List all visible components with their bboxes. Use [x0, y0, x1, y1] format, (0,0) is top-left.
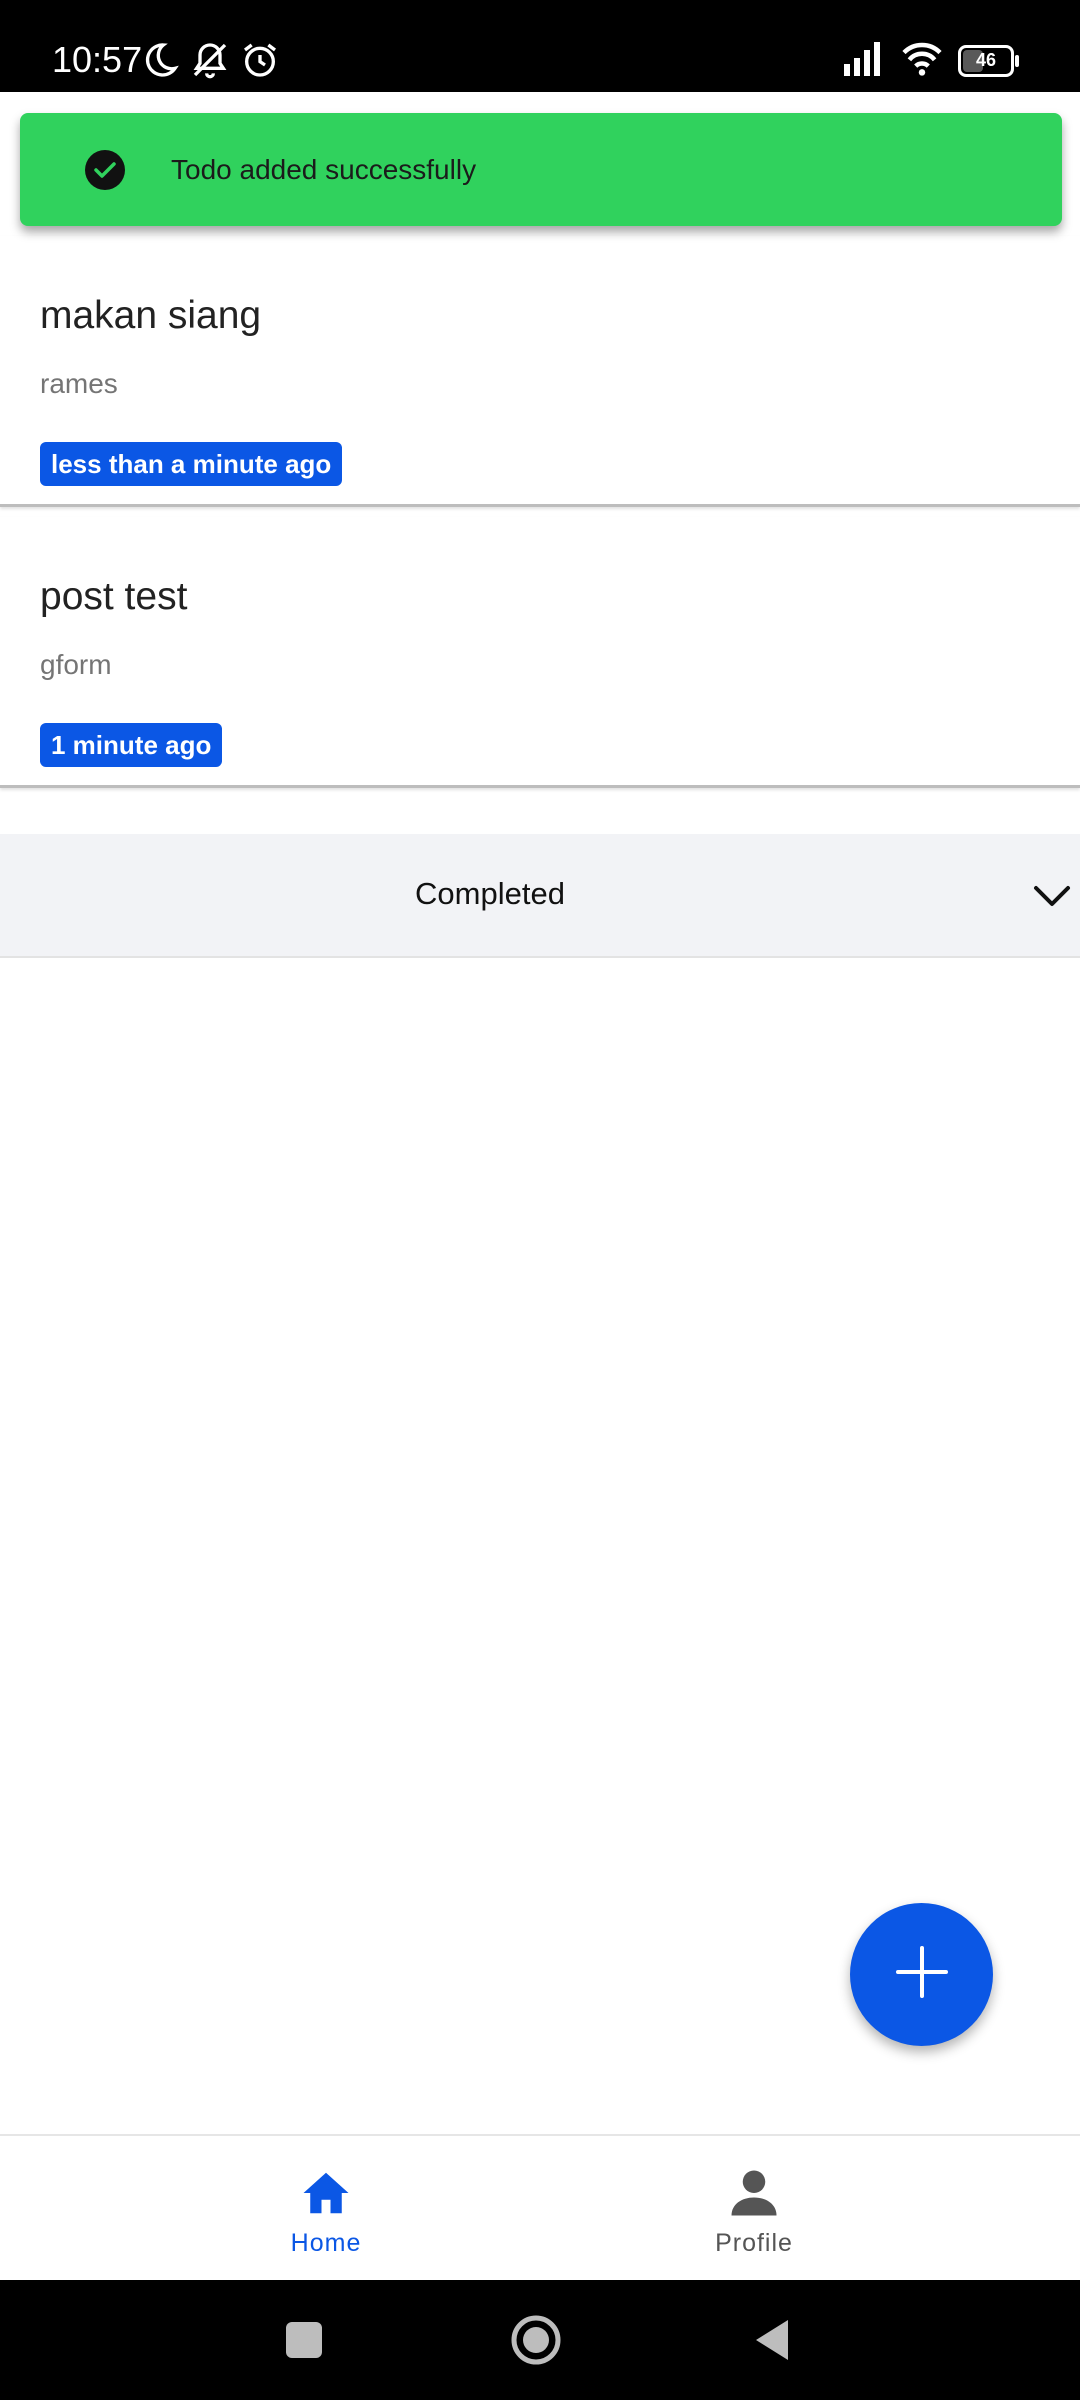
completed-section-header[interactable]: Completed — [0, 834, 1080, 958]
status-icons-right: 46 — [842, 40, 1019, 81]
system-navigation-bar — [0, 2280, 1080, 2400]
success-toast: Todo added successfully — [20, 113, 1062, 226]
chevron-down-icon — [1030, 874, 1074, 918]
nav-label-home: Home — [290, 2229, 362, 2257]
nav-item-profile[interactable]: Profile — [654, 2166, 854, 2258]
todo-time-badge: less than a minute ago — [40, 442, 343, 486]
nav-item-home[interactable]: Home — [226, 2166, 426, 2258]
toast-message: Todo added successfully — [171, 154, 477, 185]
todo-description: gform — [40, 649, 112, 680]
back-icon[interactable] — [742, 2310, 802, 2370]
nav-label-profile: Profile — [715, 2229, 793, 2257]
alarm-icon — [240, 40, 280, 85]
bell-off-icon — [190, 40, 230, 85]
todo-list: makan siang rames less than a minute ago… — [0, 236, 1080, 798]
app-screen: 10:57 46 Todo added successfully makan s… — [0, 0, 1080, 2400]
todo-title: post test — [40, 575, 188, 618]
check-circle-icon — [84, 149, 126, 191]
status-icons-left — [140, 40, 280, 85]
signal-icon — [842, 40, 886, 81]
plus-icon — [892, 1942, 952, 2007]
home-circle-icon[interactable] — [506, 2310, 566, 2370]
todo-title: makan siang — [40, 294, 262, 337]
person-icon — [654, 2166, 854, 2220]
bottom-navigation: Home Profile — [0, 2134, 1080, 2282]
status-time: 10:57 — [52, 39, 143, 80]
todo-card[interactable]: makan siang rames less than a minute ago — [0, 236, 1080, 507]
add-todo-button[interactable] — [850, 1903, 993, 2046]
battery-icon: 46 — [958, 44, 1019, 77]
todo-card[interactable]: post test gform 1 minute ago — [0, 517, 1080, 788]
todo-description: rames — [40, 368, 118, 399]
moon-icon — [140, 40, 180, 85]
completed-label: Completed — [415, 876, 565, 911]
battery-level: 46 — [975, 50, 997, 70]
home-icon — [226, 2166, 426, 2220]
recent-apps-icon[interactable] — [274, 2310, 334, 2370]
status-bar: 10:57 46 — [0, 0, 1080, 92]
wifi-icon — [900, 40, 944, 81]
todo-time-badge: 1 minute ago — [40, 723, 223, 767]
